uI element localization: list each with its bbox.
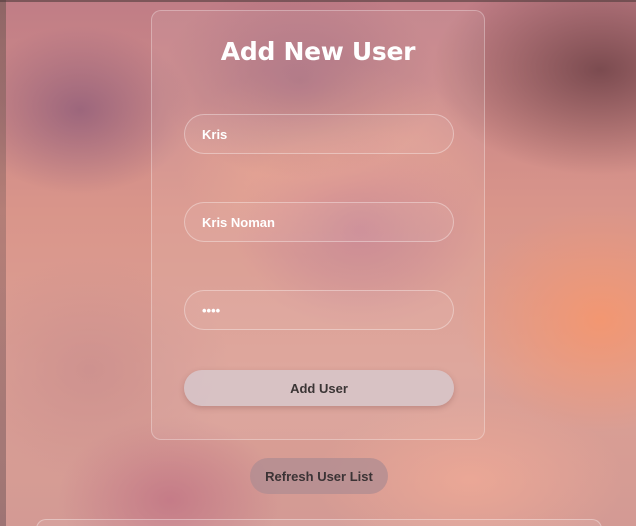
refresh-user-list-button[interactable]: Refresh User List <box>250 458 388 494</box>
add-user-form: Add New User Add User <box>151 10 485 440</box>
top-border <box>0 0 636 2</box>
add-user-button[interactable]: Add User <box>184 370 454 406</box>
user-list-panel <box>36 519 602 526</box>
form-title: Add New User <box>220 37 416 66</box>
fullname-input[interactable] <box>184 202 454 242</box>
window-edge <box>0 0 6 526</box>
password-input[interactable] <box>184 290 454 330</box>
username-input[interactable] <box>184 114 454 154</box>
